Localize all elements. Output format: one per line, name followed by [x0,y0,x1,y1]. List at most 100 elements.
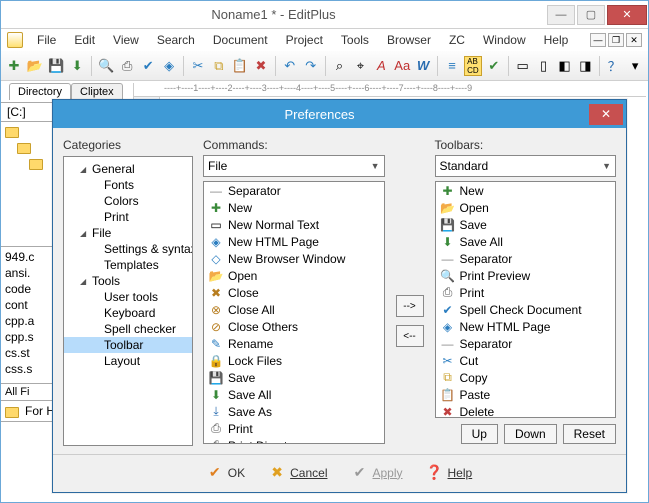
list-item[interactable]: ⤓Save As [204,403,384,420]
mdi-restore-button[interactable]: ❐ [608,33,624,47]
menu-browser[interactable]: Browser [379,31,439,49]
list-item[interactable]: ✚New [436,182,616,199]
tool-icon[interactable]: ◨ [576,56,594,76]
toolbars-list[interactable]: ✚New📂Open💾Save⬇Save All—Separator🔍Print … [435,181,617,418]
help-button[interactable]: ❓ Help [427,465,473,481]
menu-view[interactable]: View [105,31,147,49]
tool-icon[interactable]: Aa [393,56,411,76]
list-item[interactable]: —Separator [204,182,384,199]
menu-window[interactable]: Window [475,31,534,49]
list-item[interactable]: ⧉Copy [436,369,616,386]
redo-icon[interactable]: ↷ [302,56,320,76]
tab-directory[interactable]: Directory [9,83,71,100]
tool-icon[interactable]: ABCD [464,56,482,76]
open-icon[interactable]: 📂 [26,56,44,76]
list-item[interactable]: ⊗Close All [204,301,384,318]
list-item[interactable]: ⎙Print [204,420,384,437]
tool-icon[interactable]: ◧ [556,56,574,76]
toolbars-select[interactable]: Standard ▼ [435,155,617,177]
tool-icon[interactable]: ⌕ [331,56,349,76]
list-item[interactable]: ✎Rename [204,335,384,352]
list-item[interactable]: ⎙Print Direct [204,437,384,444]
list-item[interactable]: ⊘Close Others [204,318,384,335]
list-item[interactable]: 💾Save [204,369,384,386]
menu-zc[interactable]: ZC [441,31,473,49]
list-item[interactable]: ⬇Save All [436,233,616,250]
tab-cliptext[interactable]: Cliptex [71,83,123,100]
new-icon[interactable]: ✚ [5,56,23,76]
mdi-minimize-button[interactable]: — [590,33,606,47]
close-button[interactable]: ✕ [607,5,647,25]
tool-icon[interactable]: ≡ [443,56,461,76]
list-item[interactable]: ✂Cut [436,352,616,369]
save-icon[interactable]: 💾 [47,56,65,76]
cut-icon[interactable]: ✂ [189,56,207,76]
minimize-button[interactable]: — [547,5,575,25]
list-item[interactable]: ⬇Save All [204,386,384,403]
list-item[interactable]: ◇New Browser Window [204,250,384,267]
tree-templates[interactable]: Templates [64,257,192,273]
list-item[interactable]: 📋Paste [436,386,616,403]
list-item[interactable]: 🔒Lock Files [204,352,384,369]
menu-file[interactable]: File [29,31,64,49]
maximize-button[interactable]: ▢ [577,5,605,25]
tool-icon[interactable]: ▭ [514,56,532,76]
list-item[interactable]: ⎙Print [436,284,616,301]
copy-icon[interactable]: ⧉ [210,56,228,76]
tree-settings[interactable]: Settings & syntax [64,241,192,257]
tool-icon[interactable]: ✔ [485,56,503,76]
tool-icon[interactable]: W [414,56,432,76]
cancel-button[interactable]: ✖ Cancel [269,465,327,481]
up-button[interactable]: Up [461,424,498,444]
tool-icon[interactable]: ▯ [535,56,553,76]
list-item[interactable]: 💾Save [436,216,616,233]
reset-button[interactable]: Reset [563,424,616,444]
list-item[interactable]: —Separator [436,250,616,267]
ok-button[interactable]: ✔ OK [207,465,245,481]
tool-icon[interactable]: ⌖ [351,56,369,76]
tree-file[interactable]: File [64,225,192,241]
tree-keyboard[interactable]: Keyboard [64,305,192,321]
list-item[interactable]: ◈New HTML Page [436,318,616,335]
delete-icon[interactable]: ✖ [252,56,270,76]
print-icon[interactable]: ⎙ [118,56,136,76]
menu-search[interactable]: Search [149,31,203,49]
undo-icon[interactable]: ↶ [281,56,299,76]
menu-document[interactable]: Document [205,31,276,49]
tool-icon[interactable]: ▾ [626,56,644,76]
tree-colors[interactable]: Colors [64,193,192,209]
menu-project[interactable]: Project [278,31,331,49]
tree-fonts[interactable]: Fonts [64,177,192,193]
commands-list[interactable]: —Separator✚New▭New Normal Text◈New HTML … [203,181,385,444]
tree-usertools[interactable]: User tools [64,289,192,305]
list-item[interactable]: 📂Open [204,267,384,284]
tree-toolbar[interactable]: Toolbar [64,337,192,353]
move-right-button[interactable]: --> [396,295,424,317]
mdi-close-button[interactable]: ✕ [626,33,642,47]
tree-tools[interactable]: Tools [64,273,192,289]
tree-print[interactable]: Print [64,209,192,225]
tree-layout[interactable]: Layout [64,353,192,369]
list-item[interactable]: —Separator [436,335,616,352]
saveall-icon[interactable]: ⬇ [68,56,86,76]
move-left-button[interactable]: <-- [396,325,424,347]
list-item[interactable]: ◈New HTML Page [204,233,384,250]
list-item[interactable]: ✖Close [204,284,384,301]
commands-select[interactable]: File ▼ [203,155,385,177]
list-item[interactable]: 🔍Print Preview [436,267,616,284]
categories-tree[interactable]: General Fonts Colors Print File Settings… [63,156,193,446]
menu-edit[interactable]: Edit [66,31,103,49]
tree-general[interactable]: General [64,161,192,177]
html-icon[interactable]: ◈ [160,56,178,76]
menu-tools[interactable]: Tools [333,31,377,49]
tree-spell[interactable]: Spell checker [64,321,192,337]
list-item[interactable]: ▭New Normal Text [204,216,384,233]
spell-icon[interactable]: ✔ [139,56,157,76]
apply-button[interactable]: ✔ Apply [351,465,402,481]
list-item[interactable]: 📂Open [436,199,616,216]
tool-icon[interactable]: A [372,56,390,76]
list-item[interactable]: ✚New [204,199,384,216]
list-item[interactable]: ✔Spell Check Document [436,301,616,318]
list-item[interactable]: ✖Delete [436,403,616,418]
print-preview-icon[interactable]: 🔍 [97,56,115,76]
